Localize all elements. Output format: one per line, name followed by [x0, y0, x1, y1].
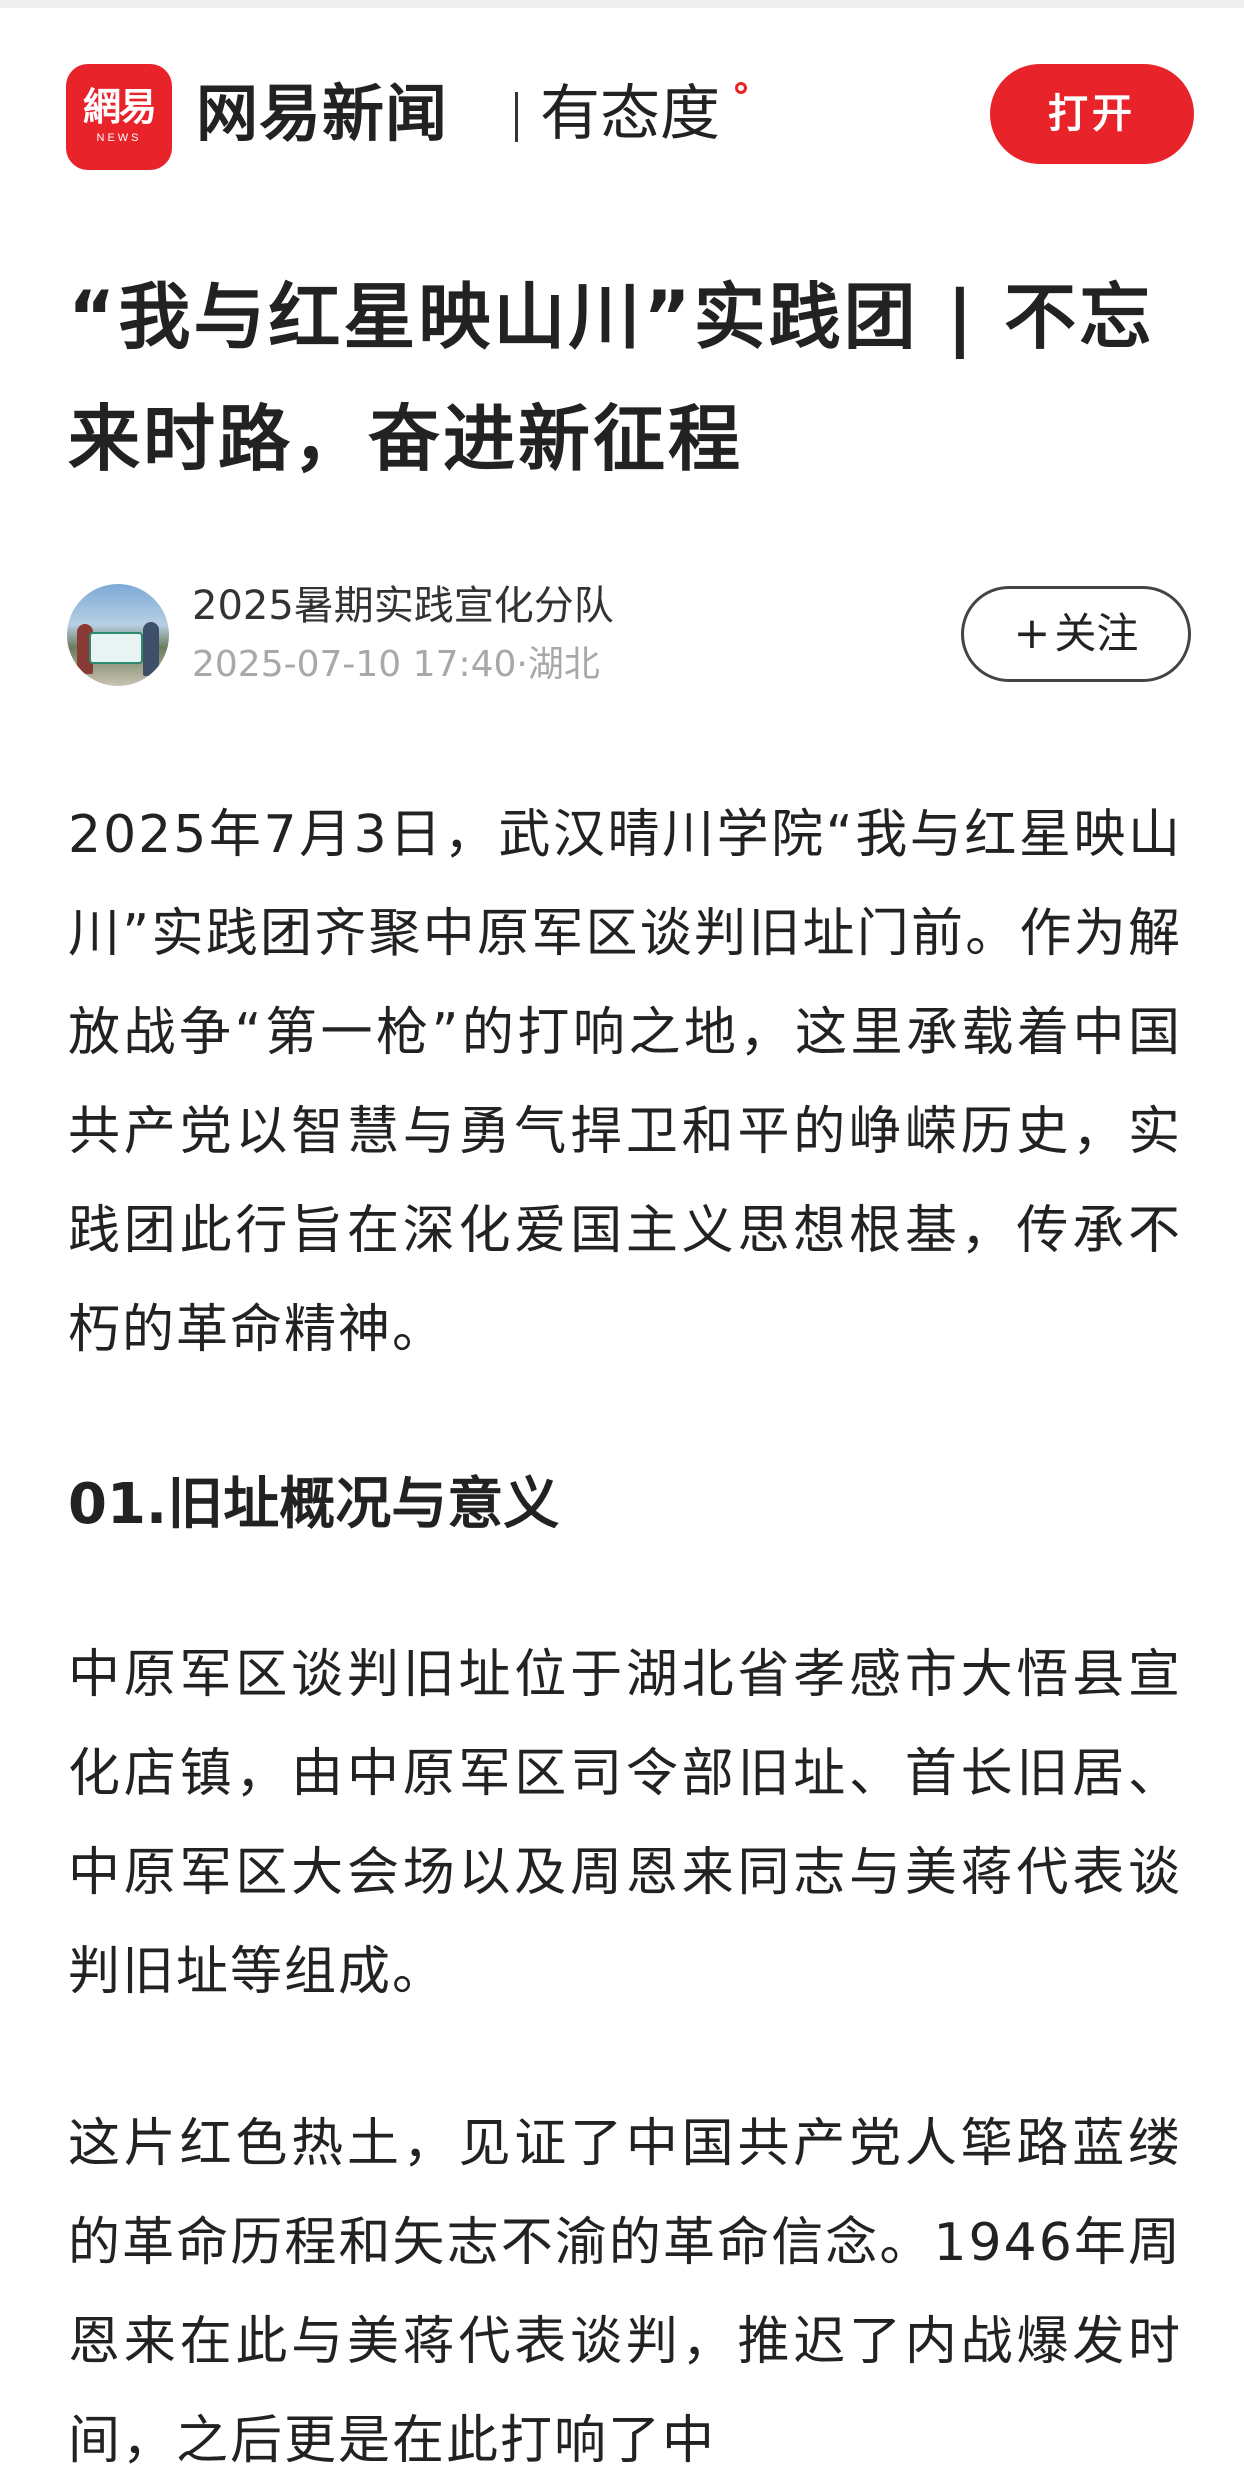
article-paragraph: 2025年7月3日，武汉晴川学院“我与红星映山川”实践团齐聚中原军区谈判旧址门前… — [68, 805, 1182, 1360]
article-paragraph: 中原军区谈判旧址位于湖北省孝感市大悟县宣化店镇，由中原军区司令部旧址、首长旧居、… — [68, 1645, 1182, 2002]
article-title: “我与红星映山川”实践团 | 不忘来时路，奋进新征程 — [68, 275, 1155, 481]
status-strip — [0, 0, 1244, 8]
publish-date: 2025-07-10 17:40 — [192, 644, 517, 685]
avatar-figure — [143, 622, 159, 676]
author-avatar[interactable] — [67, 584, 169, 686]
author-meta: 2025-07-10 17:40·湖北 — [192, 640, 600, 690]
section-heading: 01.旧址概况与意义 — [68, 1472, 560, 1537]
logo-mark: 網易 — [82, 84, 157, 129]
plus-icon: + — [1013, 608, 1051, 659]
app-header: 網易 NEWS 网易新闻 有态度 打开 — [0, 8, 1244, 218]
open-app-button[interactable]: 打开 — [990, 64, 1194, 164]
netease-news-logo[interactable]: 網易 NEWS — [66, 64, 172, 170]
avatar-banner — [89, 632, 143, 664]
slogan-dot-icon — [735, 82, 747, 94]
follow-label: 关注 — [1054, 609, 1139, 658]
meta-separator: · — [516, 644, 528, 685]
author-name[interactable]: 2025暑期实践宣化分队 — [192, 578, 614, 634]
brand-name: 网易新闻 — [196, 77, 449, 150]
brand-slogan: 有态度 — [540, 79, 720, 149]
article-paragraph: 这片红色热土，见证了中国共产党人筚路蓝缕的革命历程和矢志不渝的革命信念。1946… — [68, 2114, 1182, 2471]
publish-location: 湖北 — [527, 644, 600, 685]
brand-divider — [515, 92, 518, 142]
logo-sub: NEWS — [96, 132, 142, 144]
follow-button[interactable]: +关注 — [961, 586, 1191, 682]
